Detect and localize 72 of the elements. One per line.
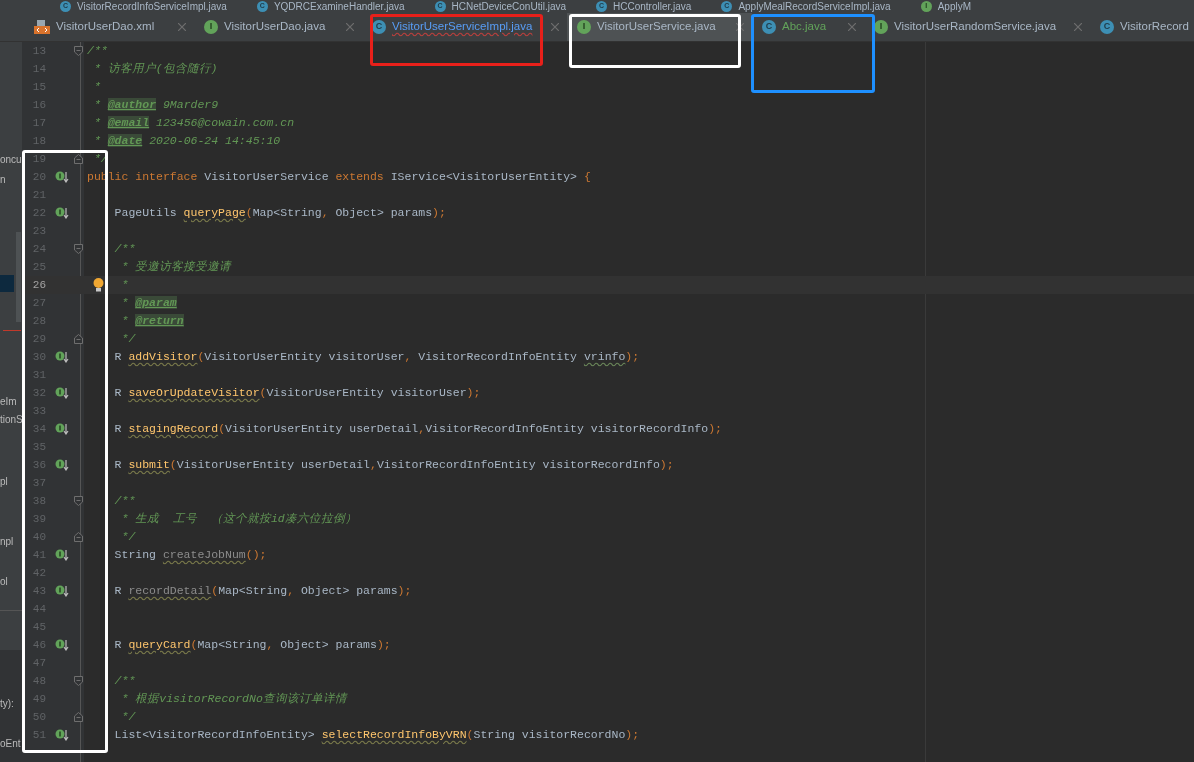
- fold-icon[interactable]: [74, 712, 83, 722]
- fold-icon[interactable]: [74, 46, 83, 56]
- fold-icon[interactable]: [74, 154, 83, 164]
- lightbulb-icon[interactable]: [93, 278, 104, 292]
- implemented-down-arrow-icon[interactable]: [55, 585, 69, 597]
- file-name-fragment[interactable]: oncu: [0, 154, 22, 166]
- file-name-fragment[interactable]: ol: [0, 576, 8, 588]
- code-line: * @param: [120, 295, 177, 312]
- interface-badge-icon: I: [204, 20, 218, 34]
- fold-icon[interactable]: [74, 532, 83, 542]
- fold-icon[interactable]: [74, 676, 83, 686]
- editor-tab[interactable]: VisitorUserDao.xml: [24, 13, 194, 41]
- code-line: */: [120, 331, 136, 348]
- code-line: * 生成 工号 （这个就按id凑六位拉倒）: [120, 511, 357, 528]
- selected-row-highlight: [0, 275, 14, 292]
- implemented-down-arrow-icon[interactable]: [55, 171, 69, 183]
- editor-tab[interactable]: C Abc.java: [752, 13, 864, 41]
- error-stripe: [3, 330, 21, 331]
- file-name-fragment[interactable]: oEnt: [0, 738, 21, 750]
- code-line: /**: [87, 43, 108, 60]
- fold-icon[interactable]: [74, 496, 83, 506]
- editor-tab[interactable]: I VisitorUserRandomService.java: [864, 13, 1090, 41]
- code-line: * @email 123456@cowain.com.cn: [92, 115, 295, 132]
- fold-icon[interactable]: [74, 334, 83, 344]
- implemented-down-arrow-icon[interactable]: [55, 549, 69, 561]
- class-badge-icon: C: [762, 20, 776, 34]
- code-line: R queryCard(Map<String, Object> params);: [114, 637, 391, 654]
- file-name-fragment[interactable]: npl: [0, 536, 14, 548]
- code-line: PageUtils queryPage(Map<String, Object> params);: [114, 205, 446, 222]
- code-line: * 受邀访客接受邀请: [120, 259, 232, 276]
- code-line: */: [120, 709, 136, 726]
- code-line: String createJobNum();: [114, 547, 267, 564]
- line-number: 26: [31, 277, 46, 293]
- code-line: */: [120, 529, 136, 546]
- code-line: List<VisitorRecordInfoEntity> selectRecordInfoByVRN(String visitorRecordNo);: [114, 727, 640, 744]
- code-line: *: [92, 79, 101, 96]
- implemented-down-arrow-icon[interactable]: [55, 729, 69, 741]
- file-name-fragment[interactable]: pl: [0, 476, 8, 488]
- editor-tab[interactable]: C VisitorRecord: [1090, 13, 1194, 41]
- code-line: * @return: [120, 313, 184, 330]
- code-line: * @author 9Marder9: [92, 97, 219, 114]
- editor-tab[interactable]: C VisitorUserServiceImpl.java: [362, 13, 567, 41]
- file-name-fragment[interactable]: tionS: [0, 414, 23, 426]
- scrollbar-thumb[interactable]: [16, 232, 21, 322]
- code-line: /**: [114, 673, 136, 690]
- code-line: R recordDetail(Map<String, Object> params);: [114, 583, 412, 600]
- code-line: R addVisitor(VisitorUserEntity visitorUser, VisitorRecordInfoEntity vrinfo);: [114, 349, 640, 366]
- editor-tab[interactable]: I VisitorUserService.java: [567, 13, 752, 41]
- close-icon[interactable]: [736, 23, 744, 31]
- interface-badge-icon: I: [577, 20, 591, 34]
- code-line: *: [120, 277, 129, 294]
- code-line: R submit(VisitorUserEntity userDetail,VisitorRecordInfoEntity visitorRecordInfo);: [114, 457, 674, 474]
- fold-icon[interactable]: [74, 244, 83, 254]
- code-line: /**: [114, 493, 136, 510]
- file-name-fragment[interactable]: ty):: [0, 698, 14, 710]
- editor-tab[interactable]: I VisitorUserDao.java: [194, 13, 362, 41]
- code-line: * 根据visitorRecordNo查询该订单详情: [120, 691, 347, 708]
- code-line: R stagingRecord(VisitorUserEntity userDetail,VisitorRecordInfoEntity visitorRecordInfo);: [114, 421, 722, 438]
- xml-file-icon: [34, 20, 50, 34]
- implemented-down-arrow-icon[interactable]: [55, 459, 69, 471]
- file-name-fragment[interactable]: n: [0, 174, 6, 186]
- code-line: R saveOrUpdateVisitor(VisitorUserEntity visitorUser);: [114, 385, 481, 402]
- file-name-fragment[interactable]: eIm: [0, 396, 17, 408]
- code-line: * @date 2020-06-24 14:45:10: [92, 133, 281, 150]
- implemented-down-arrow-icon[interactable]: [55, 387, 69, 399]
- implemented-down-arrow-icon[interactable]: [55, 423, 69, 435]
- implemented-down-arrow-icon[interactable]: [55, 639, 69, 651]
- implemented-down-arrow-icon[interactable]: [55, 351, 69, 363]
- code-line: /**: [114, 241, 136, 258]
- class-badge-icon: C: [1100, 20, 1114, 34]
- code-line: * 访客用户(包含随行): [92, 61, 218, 78]
- implemented-down-arrow-icon[interactable]: [55, 207, 69, 219]
